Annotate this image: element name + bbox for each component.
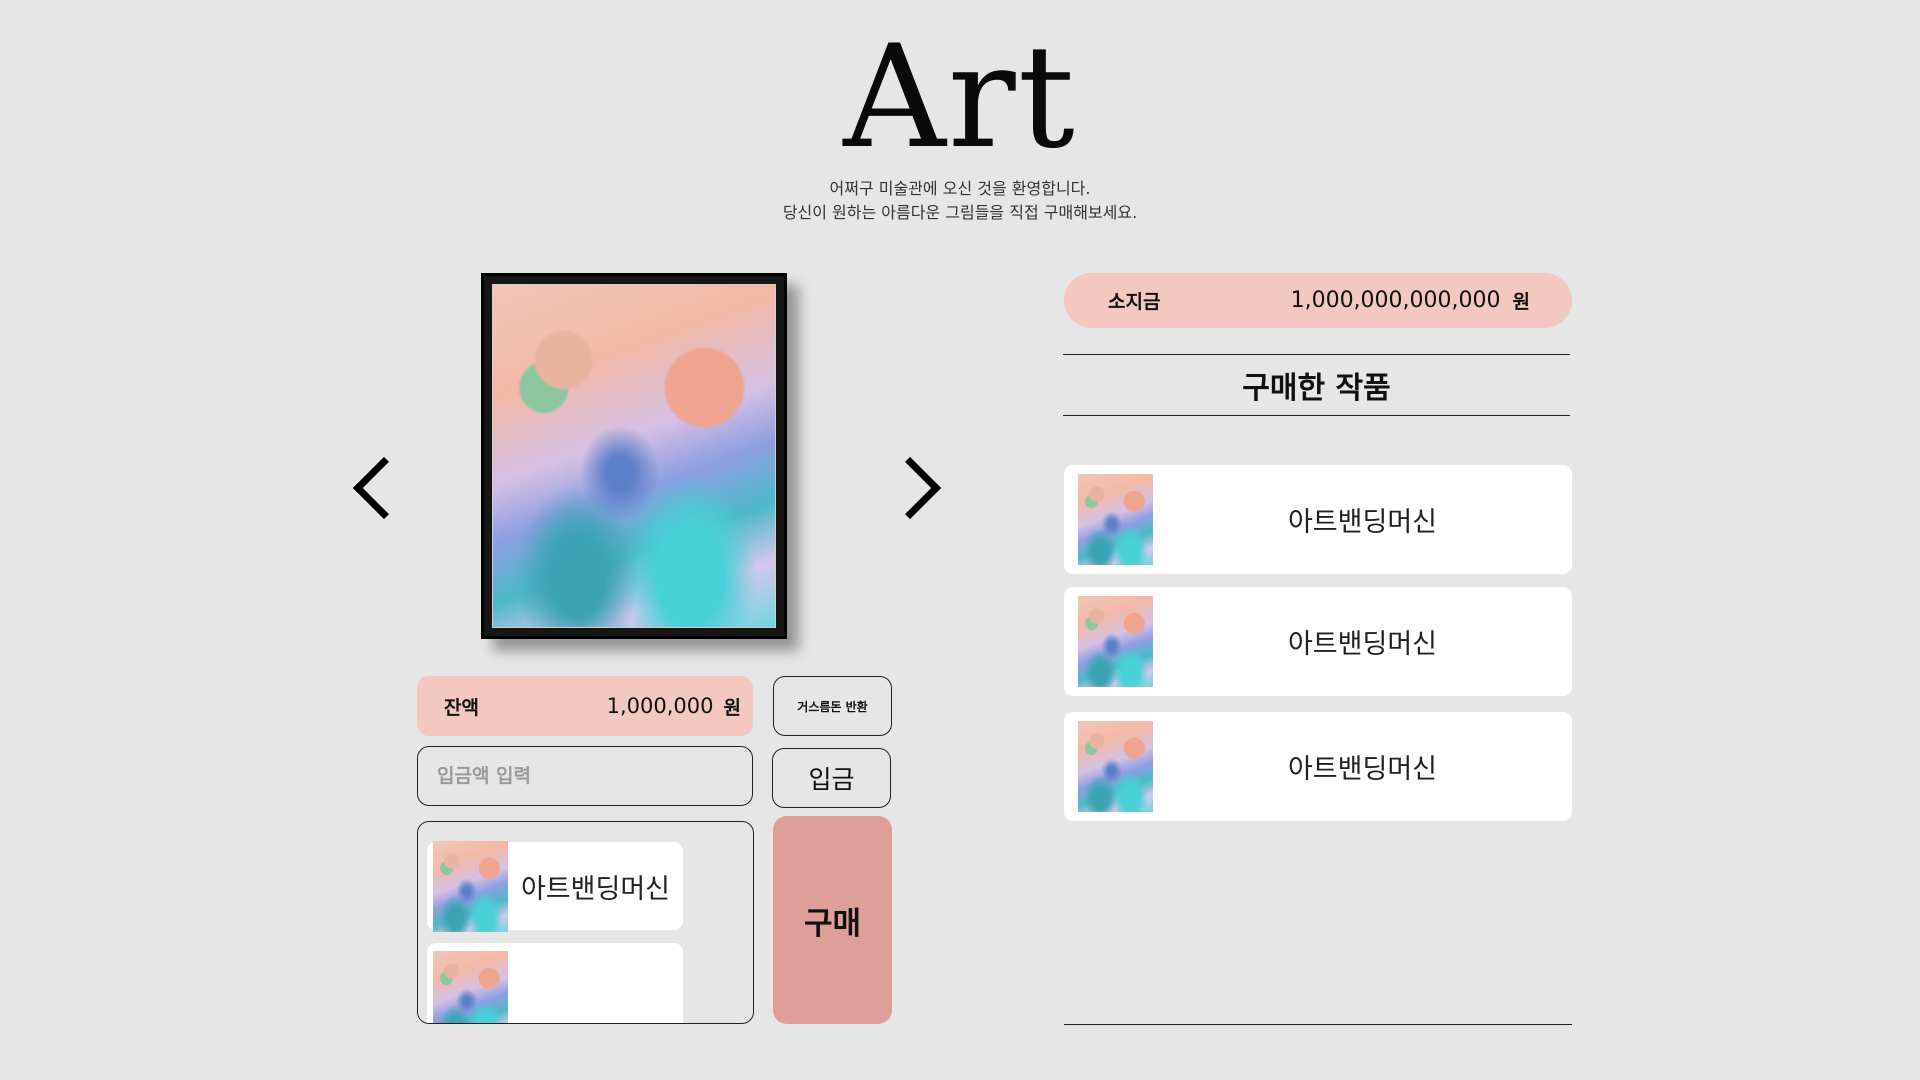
purchased-title: 구매한 작품 — [1063, 354, 1570, 416]
balance-display: 잔액 1,000,000 원 — [417, 676, 753, 736]
product-thumbnail — [433, 840, 508, 932]
wallet-unit: 원 — [1512, 291, 1530, 313]
purchased-item[interactable]: 아트밴딩머신 — [1064, 465, 1572, 574]
purchased-thumbnail — [1078, 474, 1153, 565]
purchased-thumbnail — [1078, 596, 1153, 687]
balance-unit: 원 — [723, 696, 741, 719]
wallet-value: 1,000,000,000,000 — [1290, 288, 1501, 313]
deposit-button[interactable]: 입금 — [772, 748, 891, 808]
purchased-list: 아트밴딩머신 아트밴딩머신 아트밴딩머신 — [1064, 465, 1572, 1025]
balance-label: 잔액 — [444, 696, 479, 719]
purchased-name: 아트밴딩머신 — [1287, 507, 1438, 538]
list-item[interactable] — [427, 943, 683, 1023]
product-list[interactable]: 아트밴딩머신 — [417, 821, 754, 1024]
buy-button[interactable]: 구매 — [773, 816, 892, 1024]
purchased-item[interactable]: 아트밴딩머신 — [1064, 712, 1572, 821]
purchased-name: 아트밴딩머신 — [1287, 754, 1438, 785]
list-item[interactable]: 아트밴딩머신 — [427, 840, 683, 932]
page-title: Art — [843, 15, 1077, 180]
wallet-display: 소지금 1,000,000,000,000 원 — [1064, 273, 1572, 328]
product-thumbnail — [433, 951, 508, 1023]
instruction-text: 당신이 원하는 아름다운 그림들을 직접 구매해보세요. — [782, 203, 1138, 222]
chevron-left-icon[interactable] — [352, 456, 416, 520]
return-change-button[interactable]: 거스름돈 반환 — [773, 676, 892, 736]
purchased-item[interactable]: 아트밴딩머신 — [1064, 587, 1572, 696]
welcome-text: 어쩌구 미술관에 오신 것을 환영합니다. — [829, 179, 1091, 198]
product-name: 아트밴딩머신 — [520, 873, 671, 905]
artwork-image — [492, 284, 776, 628]
artwork-frame — [481, 273, 787, 639]
chevron-right-icon[interactable] — [878, 456, 942, 520]
balance-value: 1,000,000 — [606, 694, 714, 718]
deposit-input[interactable] — [417, 746, 753, 806]
wallet-label: 소지금 — [1108, 291, 1161, 313]
purchased-thumbnail — [1078, 721, 1153, 812]
purchased-name: 아트밴딩머신 — [1287, 629, 1438, 660]
